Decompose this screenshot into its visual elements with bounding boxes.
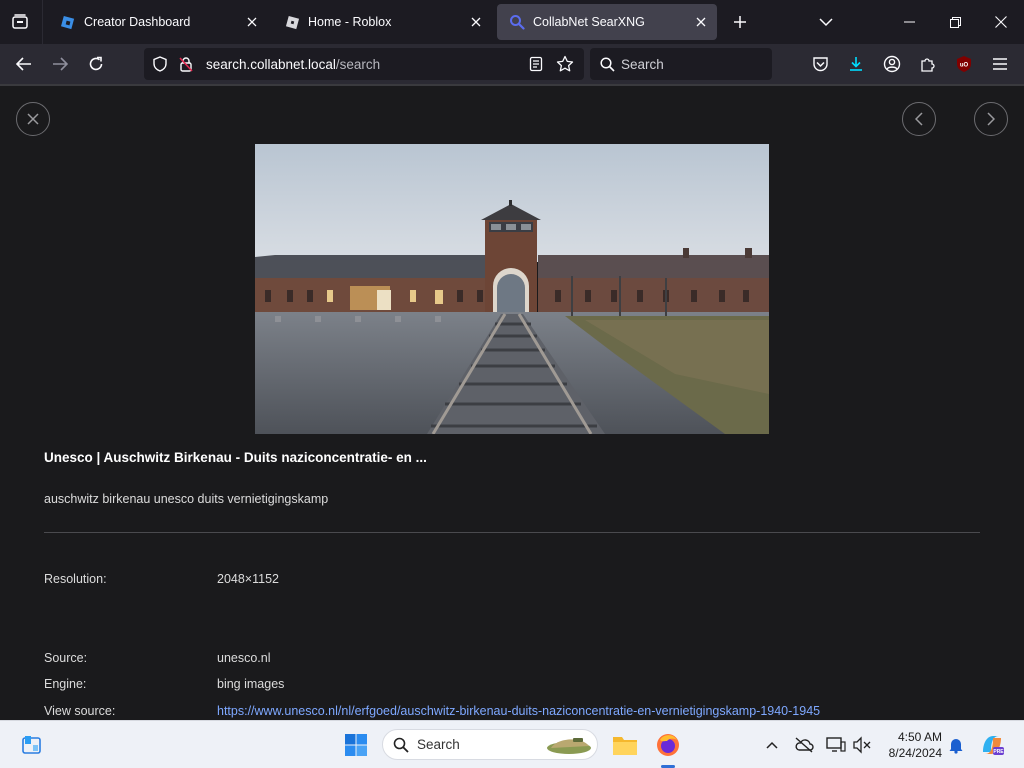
notification-bell-icon[interactable] xyxy=(946,735,966,755)
search-bar[interactable]: Search xyxy=(590,48,772,80)
reload-icon[interactable] xyxy=(84,52,108,76)
ublock-origin-icon[interactable]: uO xyxy=(952,52,976,76)
back-arrow-icon[interactable] xyxy=(12,52,36,76)
roblox-studio-icon xyxy=(60,14,76,30)
next-image-button[interactable] xyxy=(974,102,1008,136)
close-tab-icon[interactable] xyxy=(464,10,488,34)
close-tab-icon[interactable] xyxy=(689,10,713,34)
searxng-icon xyxy=(509,14,525,30)
view-source-label: View source: xyxy=(44,704,116,718)
search-highlight-icon xyxy=(543,733,593,757)
result-description: auschwitz birkenau unesco duits vernieti… xyxy=(44,492,329,506)
tab-title: CollabNet SearXNG xyxy=(533,15,645,29)
tab-home-roblox[interactable]: Home - Roblox xyxy=(272,4,492,40)
system-clock[interactable]: 4:50 AM 8/24/2024 xyxy=(880,729,942,761)
close-window-icon[interactable] xyxy=(978,0,1024,44)
tab-strip-divider xyxy=(42,0,43,44)
copilot-icon[interactable]: PRE xyxy=(978,731,1006,759)
tab-collabnet-searxng[interactable]: CollabNet SearXNG xyxy=(497,4,717,40)
hamburger-menu-icon[interactable] xyxy=(988,52,1012,76)
clock-time: 4:50 AM xyxy=(897,730,942,744)
svg-text:uO: uO xyxy=(960,63,969,69)
extensions-puzzle-icon[interactable] xyxy=(916,52,940,76)
result-title[interactable]: Unesco | Auschwitz Birkenau - Duits nazi… xyxy=(44,450,427,465)
windows-taskbar: Search 4:50 AM 8/24/2024 PRE xyxy=(0,720,1024,768)
search-bar-placeholder: Search xyxy=(621,56,664,72)
source-label: Source: xyxy=(44,651,88,665)
resolution-label: Resolution: xyxy=(44,572,107,586)
forward-arrow-icon[interactable] xyxy=(48,52,72,76)
divider xyxy=(44,532,980,533)
list-all-tabs-chevron-icon[interactable] xyxy=(814,10,838,34)
url-text: search.collabnet.local/search xyxy=(206,57,380,72)
show-hidden-icons-chevron-up-icon[interactable] xyxy=(762,735,782,755)
close-detail-button[interactable] xyxy=(16,102,50,136)
search-icon xyxy=(393,737,409,753)
taskbar-search-box[interactable]: Search xyxy=(382,729,598,760)
search-icon xyxy=(600,56,615,72)
chevron-left-icon xyxy=(915,112,923,126)
svg-text:PRE: PRE xyxy=(993,749,1004,755)
tab-strip: Creator Dashboard Home - Roblox CollabNe… xyxy=(0,0,1024,44)
firefox-icon[interactable] xyxy=(654,731,682,759)
reader-view-icon[interactable] xyxy=(528,56,544,77)
restore-icon[interactable] xyxy=(932,0,978,44)
url-path: /search xyxy=(335,56,381,72)
tracking-protection-shield-icon[interactable] xyxy=(152,56,168,77)
widgets-icon[interactable] xyxy=(18,731,46,759)
display-network-icon[interactable] xyxy=(826,735,846,755)
tab-creator-dashboard[interactable]: Creator Dashboard xyxy=(48,4,268,40)
file-explorer-icon[interactable] xyxy=(611,731,639,759)
minimize-icon[interactable] xyxy=(886,0,932,44)
close-tab-icon[interactable] xyxy=(240,10,264,34)
tab-title: Home - Roblox xyxy=(308,15,392,29)
chevron-right-icon xyxy=(987,112,995,126)
roblox-icon xyxy=(284,14,300,30)
navigation-toolbar: search.collabnet.local/search Search uO xyxy=(0,44,1024,84)
start-windows-icon[interactable] xyxy=(342,731,370,759)
insecure-lock-icon[interactable] xyxy=(178,56,194,77)
engine-value: bing images xyxy=(217,677,285,691)
image-detail-viewer: Unesco | Auschwitz Birkenau - Duits nazi… xyxy=(0,84,1024,720)
taskbar-search-placeholder: Search xyxy=(417,737,460,752)
resolution-value: 2048×1152 xyxy=(217,572,279,586)
result-image[interactable] xyxy=(255,144,769,434)
source-value: unesco.nl xyxy=(217,651,271,665)
previous-image-button[interactable] xyxy=(902,102,936,136)
bookmark-star-icon[interactable] xyxy=(556,55,574,78)
onedrive-offline-icon[interactable] xyxy=(794,735,814,755)
tab-title: Creator Dashboard xyxy=(84,15,191,29)
new-tab-icon[interactable] xyxy=(728,10,752,34)
pocket-icon[interactable] xyxy=(808,52,832,76)
engine-label: Engine: xyxy=(44,677,87,691)
url-bar[interactable]: search.collabnet.local/search xyxy=(144,48,584,80)
view-source-link[interactable]: https://www.unesco.nl/nl/erfgoed/auschwi… xyxy=(217,704,820,718)
volume-muted-icon[interactable] xyxy=(852,735,872,755)
firefox-view-icon[interactable] xyxy=(8,10,32,34)
account-icon[interactable] xyxy=(880,52,904,76)
clock-date: 8/24/2024 xyxy=(888,746,942,760)
url-host: search.collabnet.local xyxy=(206,56,336,72)
close-icon xyxy=(27,113,39,125)
downloads-icon[interactable] xyxy=(844,52,868,76)
